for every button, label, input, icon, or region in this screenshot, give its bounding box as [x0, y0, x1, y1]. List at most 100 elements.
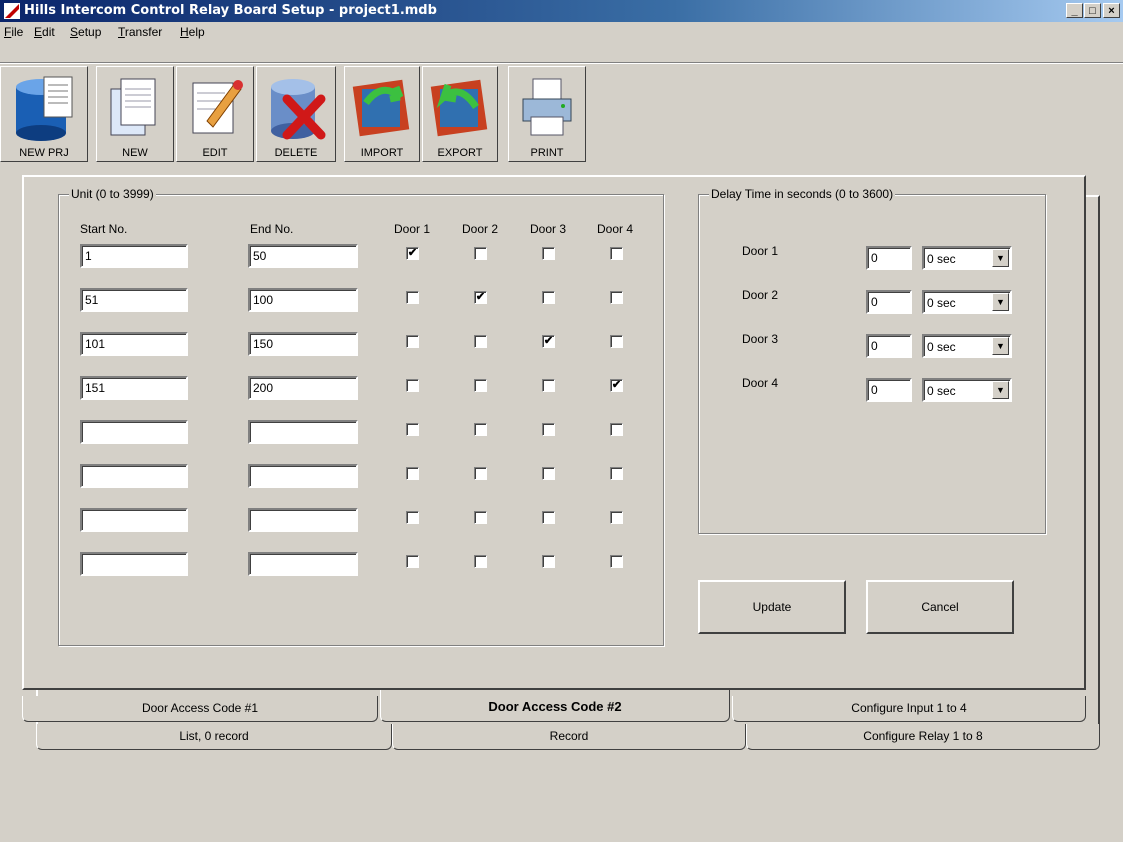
delay-group-title: Delay Time in seconds (0 to 3600) — [709, 187, 896, 201]
door-2-checkbox[interactable] — [474, 467, 487, 480]
start-no-input[interactable] — [80, 464, 188, 488]
end-no-input[interactable] — [248, 420, 358, 444]
door-2-checkbox[interactable] — [474, 247, 487, 260]
start-no-input[interactable] — [80, 244, 188, 268]
door-3-checkbox[interactable] — [542, 511, 555, 524]
door-3-checkbox[interactable] — [542, 555, 555, 568]
start-no-input[interactable] — [80, 288, 188, 312]
end-no-input[interactable] — [248, 508, 358, 532]
minimize-button[interactable]: _ — [1066, 3, 1083, 18]
print-label: PRINT — [530, 147, 564, 159]
end-no-input[interactable] — [248, 244, 358, 268]
database-icon — [16, 76, 73, 141]
door-3-checkbox[interactable] — [542, 467, 555, 480]
tab-door-access-code-1[interactable]: Door Access Code #1 — [22, 696, 378, 722]
door-3-checkbox[interactable] — [542, 247, 555, 260]
tab-list[interactable]: List, 0 record — [36, 724, 392, 750]
delay-value-input[interactable] — [866, 334, 912, 358]
door-1-checkbox[interactable] — [406, 335, 419, 348]
start-no-input[interactable] — [80, 508, 188, 532]
delete-button[interactable]: DELETE — [256, 66, 336, 162]
export-label: EXPORT — [437, 147, 483, 159]
new-project-button[interactable]: NEW PRJ — [0, 66, 88, 162]
door-3-checkbox[interactable]: ✔ — [542, 335, 555, 348]
import-button[interactable]: IMPORT — [344, 66, 420, 162]
delay-value-input[interactable] — [866, 290, 912, 314]
door-4-checkbox[interactable] — [610, 467, 623, 480]
end-no-input[interactable] — [248, 332, 358, 356]
start-no-input[interactable] — [80, 332, 188, 356]
tab-configure-relay[interactable]: Configure Relay 1 to 8 — [746, 724, 1100, 750]
door-2-checkbox[interactable] — [474, 335, 487, 348]
delay-unit-select[interactable]: 0 sec ▼ — [922, 378, 1012, 402]
title-bar[interactable]: Hills Intercom Control Relay Board Setup… — [0, 0, 1123, 22]
door-2-checkbox[interactable] — [474, 423, 487, 436]
door-3-checkbox[interactable] — [542, 423, 555, 436]
door-1-checkbox[interactable] — [406, 423, 419, 436]
delay-door-label: Door 1 — [742, 244, 779, 258]
door-1-checkbox[interactable] — [406, 291, 419, 304]
end-no-input[interactable] — [248, 288, 358, 312]
edit-button[interactable]: EDIT — [176, 66, 254, 162]
menu-transfer[interactable]: Transfer — [118, 25, 162, 39]
delete-label: DELETE — [274, 147, 318, 159]
door-1-checkbox[interactable] — [406, 511, 419, 524]
delay-value-input[interactable] — [866, 246, 912, 270]
dropdown-arrow-icon[interactable]: ▼ — [992, 293, 1009, 311]
door-2-checkbox[interactable]: ✔ — [474, 291, 487, 304]
dropdown-arrow-icon[interactable]: ▼ — [992, 337, 1009, 355]
dropdown-arrow-icon[interactable]: ▼ — [992, 381, 1009, 399]
delay-door-label: Door 2 — [742, 288, 779, 302]
start-no-input[interactable] — [80, 552, 188, 576]
new-button[interactable]: NEW — [96, 66, 174, 162]
start-no-input[interactable] — [80, 376, 188, 400]
door-2-checkbox[interactable] — [474, 555, 487, 568]
door-1-checkbox[interactable] — [406, 555, 419, 568]
door-4-checkbox[interactable]: ✔ — [610, 379, 623, 392]
end-no-input[interactable] — [248, 552, 358, 576]
tab-record[interactable]: Record — [392, 724, 746, 750]
maximize-button[interactable]: □ — [1084, 3, 1101, 18]
delay-unit-select[interactable]: 0 sec ▼ — [922, 334, 1012, 358]
door-4-checkbox[interactable] — [610, 247, 623, 260]
print-button[interactable]: PRINT — [508, 66, 586, 162]
import-label: IMPORT — [360, 147, 404, 159]
end-no-input[interactable] — [248, 464, 358, 488]
door-4-checkbox[interactable] — [610, 555, 623, 568]
update-button[interactable]: Update — [698, 580, 846, 634]
tab-door-access-code-2[interactable]: Door Access Code #2 — [380, 690, 730, 722]
door-3-checkbox[interactable] — [542, 291, 555, 304]
export-button[interactable]: EXPORT — [422, 66, 498, 162]
close-button[interactable]: × — [1103, 3, 1120, 18]
door-1-checkbox[interactable]: ✔ — [406, 247, 419, 260]
delay-value-input[interactable] — [866, 378, 912, 402]
end-no-header: End No. — [250, 222, 294, 236]
door-3-checkbox[interactable] — [542, 379, 555, 392]
menu-edit[interactable]: Edit — [34, 25, 55, 39]
tab-configure-input[interactable]: Configure Input 1 to 4 — [732, 696, 1086, 722]
delay-unit-select[interactable]: 0 sec ▼ — [922, 246, 1012, 270]
menu-file[interactable]: File — [4, 25, 23, 39]
window-title: Hills Intercom Control Relay Board Setup… — [24, 3, 437, 18]
cancel-button[interactable]: Cancel — [866, 580, 1014, 634]
app-icon — [4, 3, 20, 19]
door-4-checkbox[interactable] — [610, 511, 623, 524]
door-2-header: Door 2 — [462, 222, 499, 236]
delay-unit-select[interactable]: 0 sec ▼ — [922, 290, 1012, 314]
start-no-input[interactable] — [80, 420, 188, 444]
door-4-checkbox[interactable] — [610, 423, 623, 436]
door-1-checkbox[interactable] — [406, 379, 419, 392]
door-2-checkbox[interactable] — [474, 379, 487, 392]
edit-icon — [192, 80, 243, 134]
door-1-checkbox[interactable] — [406, 467, 419, 480]
door-2-checkbox[interactable] — [474, 511, 487, 524]
menu-setup[interactable]: Setup — [70, 25, 101, 39]
new-project-label: NEW PRJ — [19, 147, 69, 159]
end-no-input[interactable] — [248, 376, 358, 400]
door-4-checkbox[interactable] — [610, 335, 623, 348]
door-4-checkbox[interactable] — [610, 291, 623, 304]
menu-help[interactable]: Help — [180, 25, 205, 39]
menu-bar: File Edit Setup Transfer Help — [0, 22, 1123, 42]
dropdown-arrow-icon[interactable]: ▼ — [992, 249, 1009, 267]
printer-icon — [522, 78, 572, 136]
